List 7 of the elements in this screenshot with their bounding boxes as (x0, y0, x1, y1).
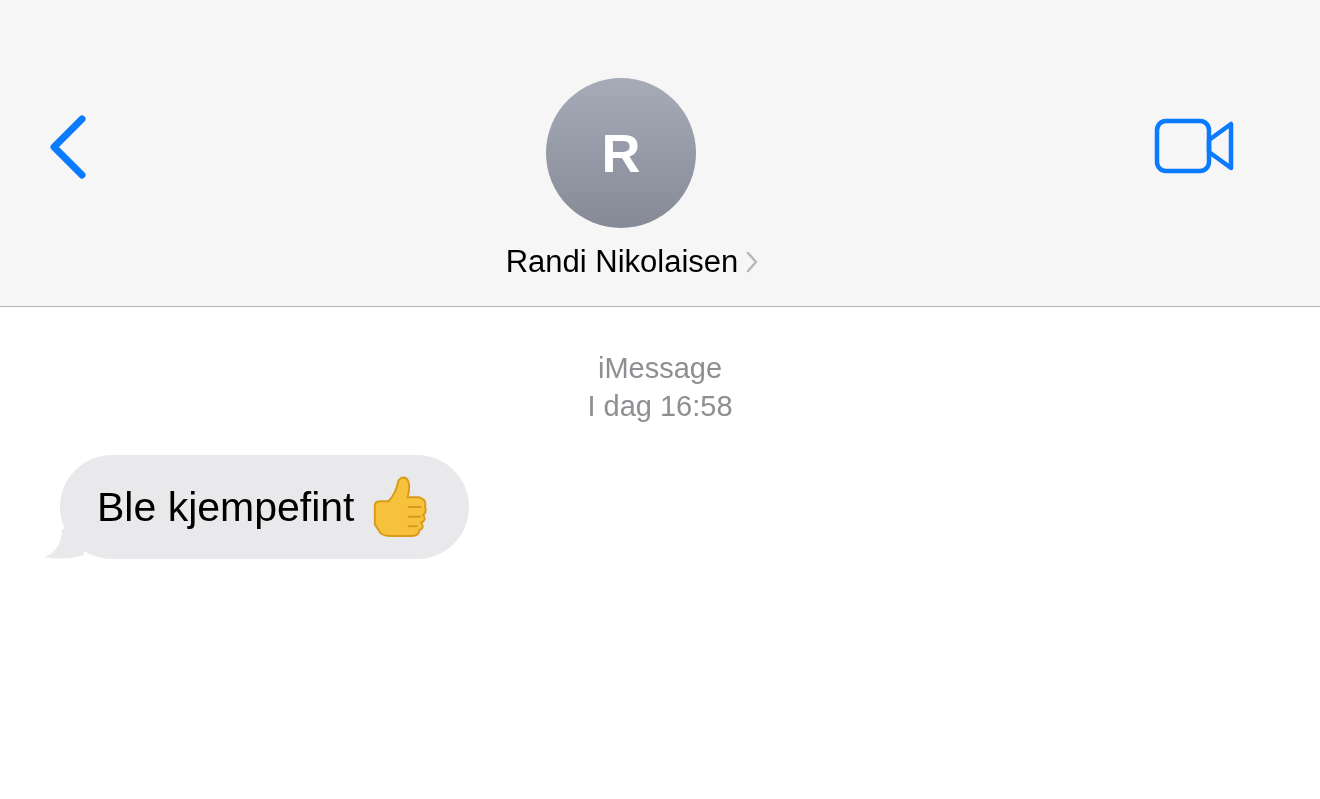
service-label: iMessage (597, 351, 723, 386)
chevron-icon (746, 251, 759, 273)
timestamp: I dag 16:58 (587, 389, 733, 424)
message-text: Ble kjempefint (97, 483, 355, 531)
contact-name[interactable]: Randi Nikolaisen (505, 244, 739, 280)
back-icon[interactable] (48, 115, 88, 179)
video-camera-icon[interactable] (1154, 118, 1236, 174)
